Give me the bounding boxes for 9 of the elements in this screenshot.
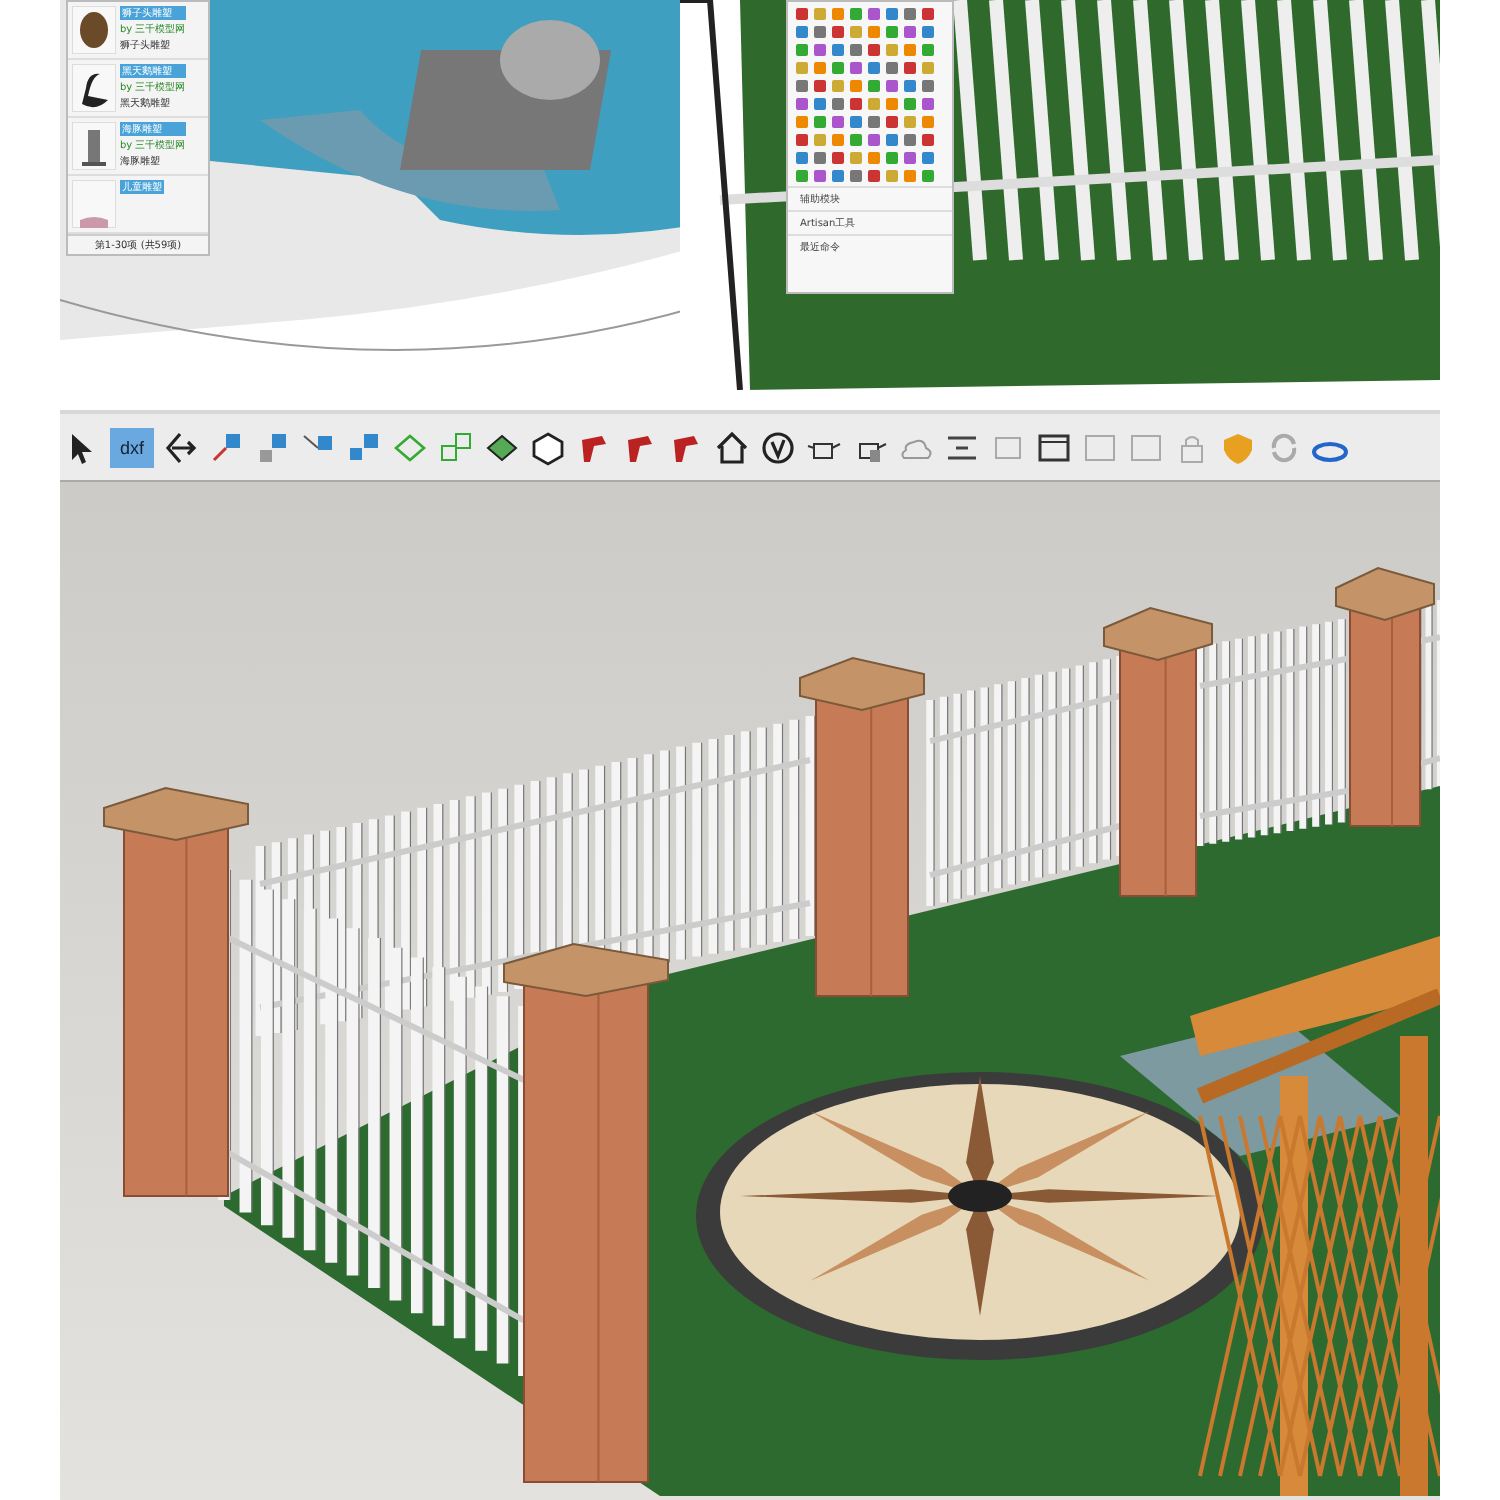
- model-thumbnail: [72, 64, 116, 112]
- model-thumbnail: [72, 180, 116, 228]
- model-thumbnail: [72, 122, 116, 170]
- dxf-button[interactable]: dxf: [110, 427, 154, 467]
- move-arrows-icon[interactable]: [160, 427, 200, 467]
- model-thumbnail: [72, 6, 116, 54]
- cube-outline-icon[interactable]: [528, 427, 568, 467]
- v-circle-icon[interactable]: [758, 427, 798, 467]
- home-icon[interactable]: [712, 427, 752, 467]
